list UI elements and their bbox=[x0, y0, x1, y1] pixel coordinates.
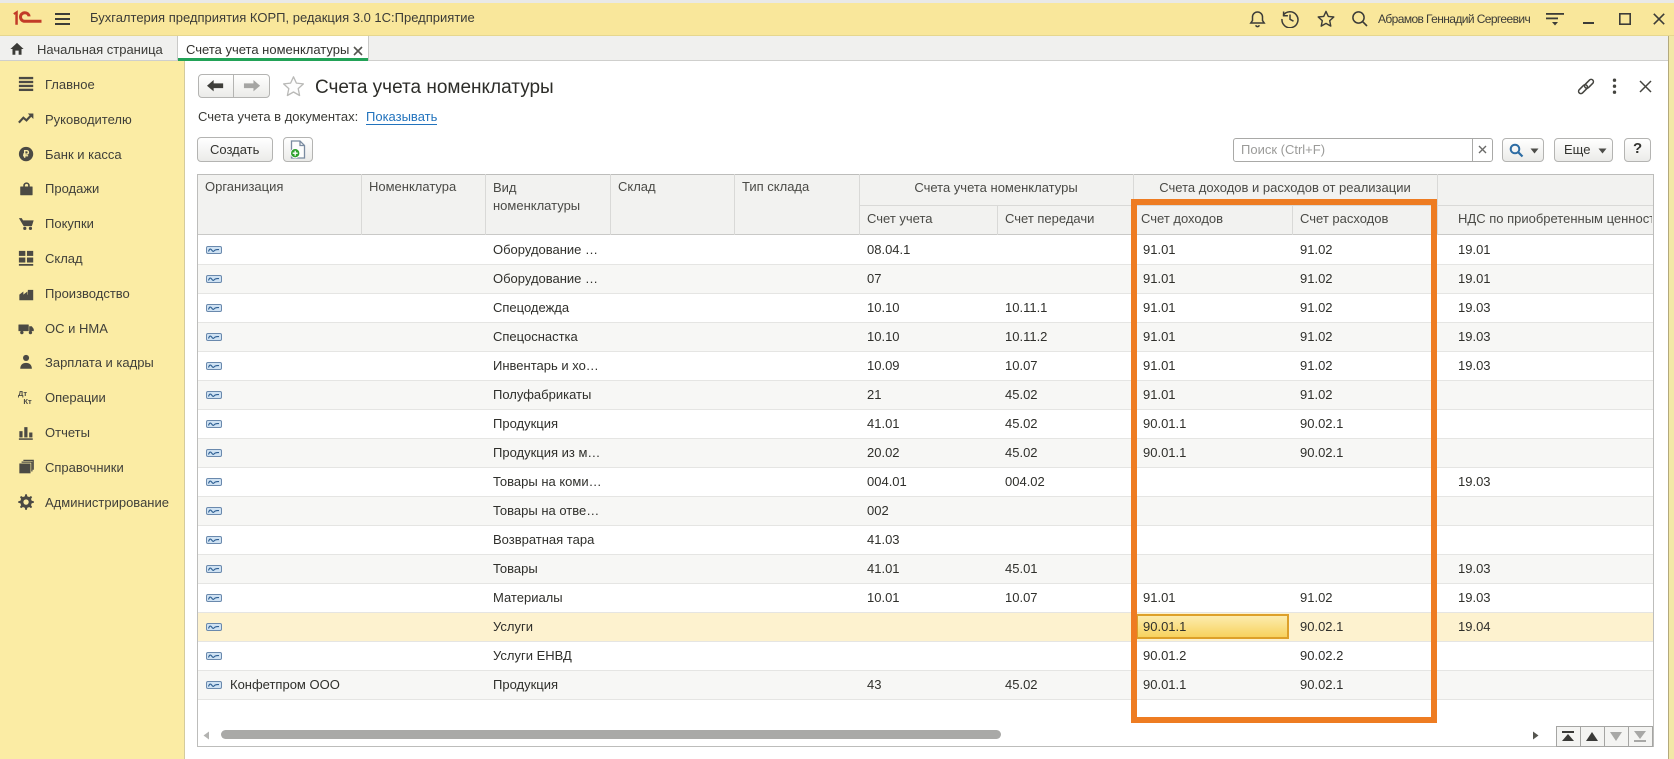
svg-text:Кт: Кт bbox=[23, 397, 32, 406]
svg-text:₽: ₽ bbox=[23, 150, 30, 161]
